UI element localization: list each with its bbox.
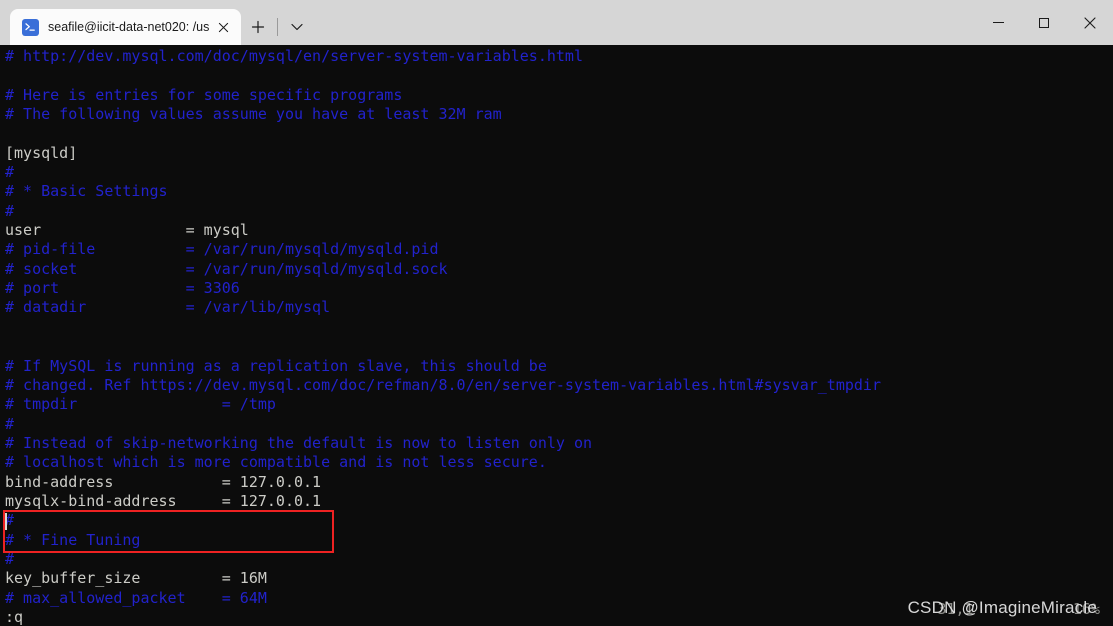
terminal-line: mysqlx-bind-address = 127.0.0.1 — [5, 491, 322, 510]
new-tab-button[interactable] — [241, 9, 275, 45]
terminal-prompt-icon — [22, 18, 39, 36]
terminal-line: # http://dev.mysql.com/doc/mysql/en/serv… — [5, 47, 583, 65]
terminal-text-area[interactable]: # http://dev.mysql.com/doc/mysql/en/serv… — [5, 47, 1113, 626]
terminal-line: # Instead of skip-networking the default… — [5, 433, 592, 452]
terminal-line: # port = 3306 — [5, 279, 240, 298]
terminal-line: # changed. Ref https://dev.mysql.com/doc… — [5, 375, 881, 394]
close-icon — [1084, 16, 1096, 29]
terminal-line: # The following values assume you have a… — [5, 105, 502, 124]
maximize-button[interactable] — [1021, 0, 1067, 45]
terminal-line: key_buffer_size = 16M — [5, 569, 267, 588]
terminal-line: # Here is entries for some specific prog… — [5, 85, 403, 104]
terminal-viewport[interactable]: # http://dev.mysql.com/doc/mysql/en/serv… — [0, 45, 1113, 626]
terminal-line: # — [5, 201, 15, 220]
terminal-line: # * Fine Tuning — [5, 530, 141, 549]
tab-title-label: seafile@iicit-data-net020: /us — [48, 20, 210, 34]
terminal-line: [mysqld] — [5, 143, 78, 162]
window-title-bar: seafile@iicit-data-net020: /us — [0, 0, 1113, 45]
terminal-line: # — [5, 163, 15, 182]
terminal-line: # — [5, 414, 15, 433]
tab-close-icon[interactable] — [211, 15, 235, 39]
csdn-watermark: CSDN @ImagineMiracle — [907, 598, 1097, 617]
chevron-down-icon — [291, 23, 303, 31]
terminal-line: # datadir = /var/lib/mysql — [5, 298, 331, 317]
terminal-line: # tmpdir = /tmp — [5, 395, 276, 414]
terminal-line: bind-address = 127.0.0.1 — [5, 472, 322, 491]
terminal-line: # pid-file = /var/run/mysqld/mysqld.pid — [5, 240, 439, 259]
terminal-line: # — [5, 549, 15, 568]
tab-dropdown-button[interactable] — [280, 9, 314, 45]
terminal-line: # If MySQL is running as a replication s… — [5, 356, 547, 375]
plus-icon — [252, 20, 265, 34]
terminal-line: # localhost which is more compatible and… — [5, 453, 547, 472]
terminal-line: # * Basic Settings — [5, 182, 168, 201]
terminal-tab[interactable]: seafile@iicit-data-net020: /us — [10, 9, 242, 45]
toolbar-separator — [277, 18, 279, 36]
terminal-line: user = mysql — [5, 221, 249, 240]
close-window-button[interactable] — [1067, 0, 1113, 45]
terminal-line: # — [5, 511, 15, 530]
tab-strip: seafile@iicit-data-net020: /us — [0, 0, 314, 45]
terminal-line: # socket = /var/run/mysqld/mysqld.sock — [5, 259, 448, 278]
text-cursor — [5, 513, 7, 530]
minimize-button[interactable] — [975, 0, 1021, 45]
window-controls — [975, 0, 1113, 45]
